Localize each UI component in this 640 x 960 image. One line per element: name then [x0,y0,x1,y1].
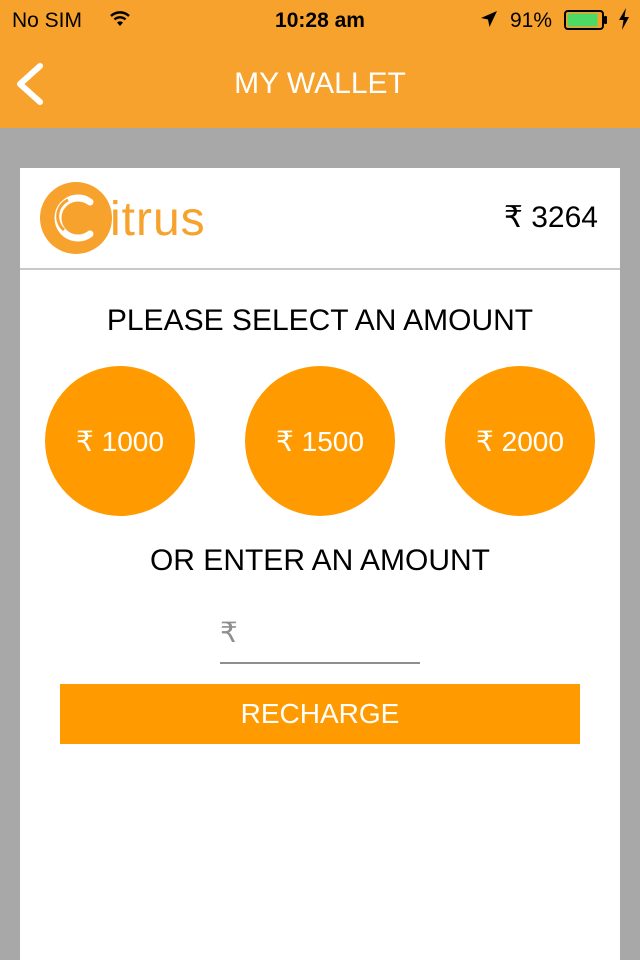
amount-button-1500[interactable]: ₹ 1500 [245,366,395,516]
citrus-logo-mark [40,182,112,254]
navigation-bar: MY WALLET [0,40,640,128]
select-amount-heading: PLEASE SELECT AN AMOUNT [106,304,534,337]
amount-button-2000[interactable]: ₹ 2000 [445,366,595,516]
page-title: MY WALLET [234,67,406,100]
custom-amount-field: ₹ [220,608,420,664]
wallet-header: itrus ₹ 3264 [20,168,620,270]
top-bar: No SIM 10:28 am 91% MY WALLET [0,0,640,128]
amount-button-1000[interactable]: ₹ 1000 [45,366,195,516]
rupee-prefix: ₹ [220,617,238,648]
wallet-card: itrus ₹ 3264 PLEASE SELECT AN AMOUNT ₹ 1… [20,168,620,960]
citrus-logo: itrus [38,178,238,258]
recharge-button[interactable]: RECHARGE [60,684,580,744]
status-bar: No SIM 10:28 am 91% [0,0,640,40]
wallet-balance: ₹ 3264 [503,201,598,234]
enter-amount-heading: OR ENTER AN AMOUNT [149,544,491,577]
battery-icon [564,10,607,30]
amount-input[interactable] [246,614,420,654]
location-arrow-icon [481,11,497,27]
battery-percent: 91% [510,9,553,32]
citrus-logo-text: itrus [110,193,206,246]
charging-bolt-icon [619,8,629,30]
